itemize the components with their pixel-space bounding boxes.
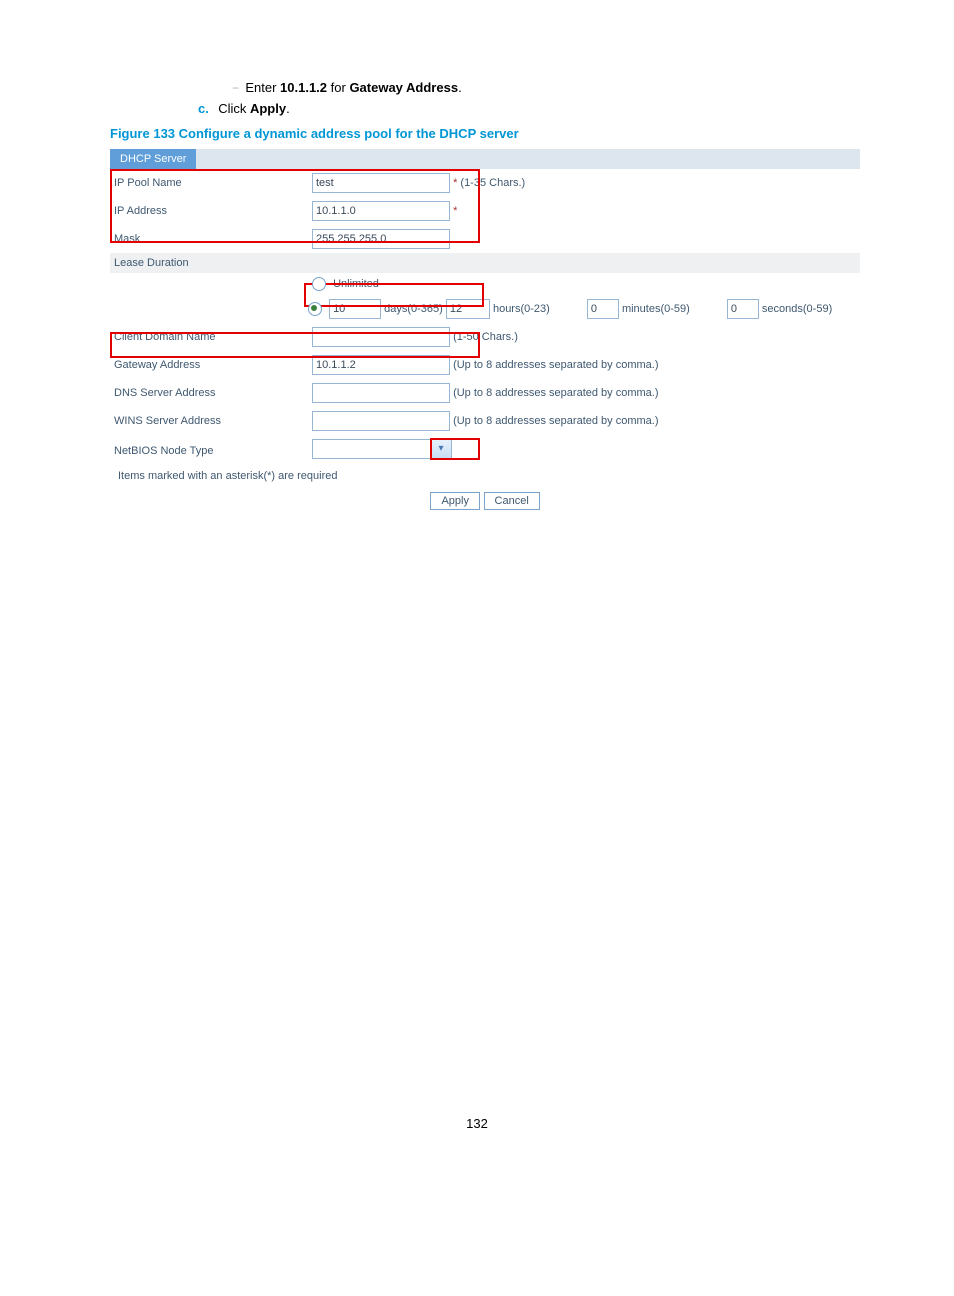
input-gateway[interactable] xyxy=(312,355,450,375)
page-number: 132 xyxy=(110,1116,844,1131)
input-ip-pool-name[interactable] xyxy=(312,173,450,193)
label-ip-address: IP Address xyxy=(110,197,308,225)
input-ip-address[interactable] xyxy=(312,201,450,221)
screenshot: DHCP Server IP Pool Name * (1-35 Chars.)… xyxy=(110,149,860,516)
instr-value: 10.1.1.2 xyxy=(280,80,327,95)
step-c-btn: Apply xyxy=(250,101,286,116)
label-gateway: Gateway Address xyxy=(110,351,308,379)
hint-gateway: (Up to 8 addresses separated by comma.) xyxy=(453,359,658,371)
label-hours: hours(0-23) xyxy=(493,303,550,315)
step-c: c. Click Apply. xyxy=(110,101,844,116)
instr-enter: Enter xyxy=(245,80,280,95)
label-days: days(0-365) xyxy=(384,303,443,315)
sub-bullet-gateway: − Enter 10.1.1.2 for Gateway Address. xyxy=(110,80,844,95)
cancel-button[interactable]: Cancel xyxy=(484,492,540,510)
label-mask: Mask xyxy=(110,225,308,253)
input-seconds[interactable] xyxy=(727,299,759,319)
instr-period: . xyxy=(458,80,462,95)
label-netbios: NetBIOS Node Type xyxy=(110,435,308,466)
radio-custom-duration[interactable] xyxy=(308,302,322,316)
hint-client-domain: (1-50 Chars.) xyxy=(453,331,518,343)
input-dns[interactable] xyxy=(312,383,450,403)
required-asterisk-2: * xyxy=(453,205,457,217)
label-unlimited: Unlimited xyxy=(333,278,379,290)
hint-dns: (Up to 8 addresses separated by comma.) xyxy=(453,387,658,399)
label-lease-duration: Lease Duration xyxy=(110,253,860,273)
label-ip-pool-name: IP Pool Name xyxy=(110,169,308,197)
chevron-down-icon: ▾ xyxy=(430,439,452,459)
instr-for: for xyxy=(327,80,349,95)
input-minutes[interactable] xyxy=(587,299,619,319)
tab-dhcp-server[interactable]: DHCP Server xyxy=(110,149,196,169)
label-client-domain: Client Domain Name xyxy=(110,323,308,351)
figure-caption: Figure 133 Configure a dynamic address p… xyxy=(110,126,844,141)
label-wins: WINS Server Address xyxy=(110,407,308,435)
dhcp-form-table: IP Pool Name * (1-35 Chars.) IP Address … xyxy=(110,169,860,486)
apply-button[interactable]: Apply xyxy=(430,492,480,510)
label-seconds: seconds(0-59) xyxy=(762,303,832,315)
input-client-domain[interactable] xyxy=(312,327,450,347)
hint-wins: (Up to 8 addresses separated by comma.) xyxy=(453,415,658,427)
step-c-text2: . xyxy=(286,101,290,116)
input-hours[interactable] xyxy=(446,299,490,319)
label-minutes: minutes(0-59) xyxy=(622,303,690,315)
step-c-text1: Click xyxy=(218,101,250,116)
step-marker-c: c. xyxy=(198,101,209,116)
input-days[interactable] xyxy=(329,299,381,319)
dash-icon: − xyxy=(232,81,242,95)
select-netbios[interactable]: ▾ xyxy=(312,439,452,459)
input-mask[interactable] xyxy=(312,229,450,249)
radio-unlimited[interactable] xyxy=(312,277,326,291)
instr-field: Gateway Address xyxy=(349,80,458,95)
required-asterisk: * xyxy=(453,177,457,189)
tab-bar: DHCP Server xyxy=(110,149,860,169)
hint-pool-name: (1-35 Chars.) xyxy=(460,177,525,189)
input-wins[interactable] xyxy=(312,411,450,431)
label-dns: DNS Server Address xyxy=(110,379,308,407)
footer-note: Items marked with an asterisk(*) are req… xyxy=(110,466,860,486)
